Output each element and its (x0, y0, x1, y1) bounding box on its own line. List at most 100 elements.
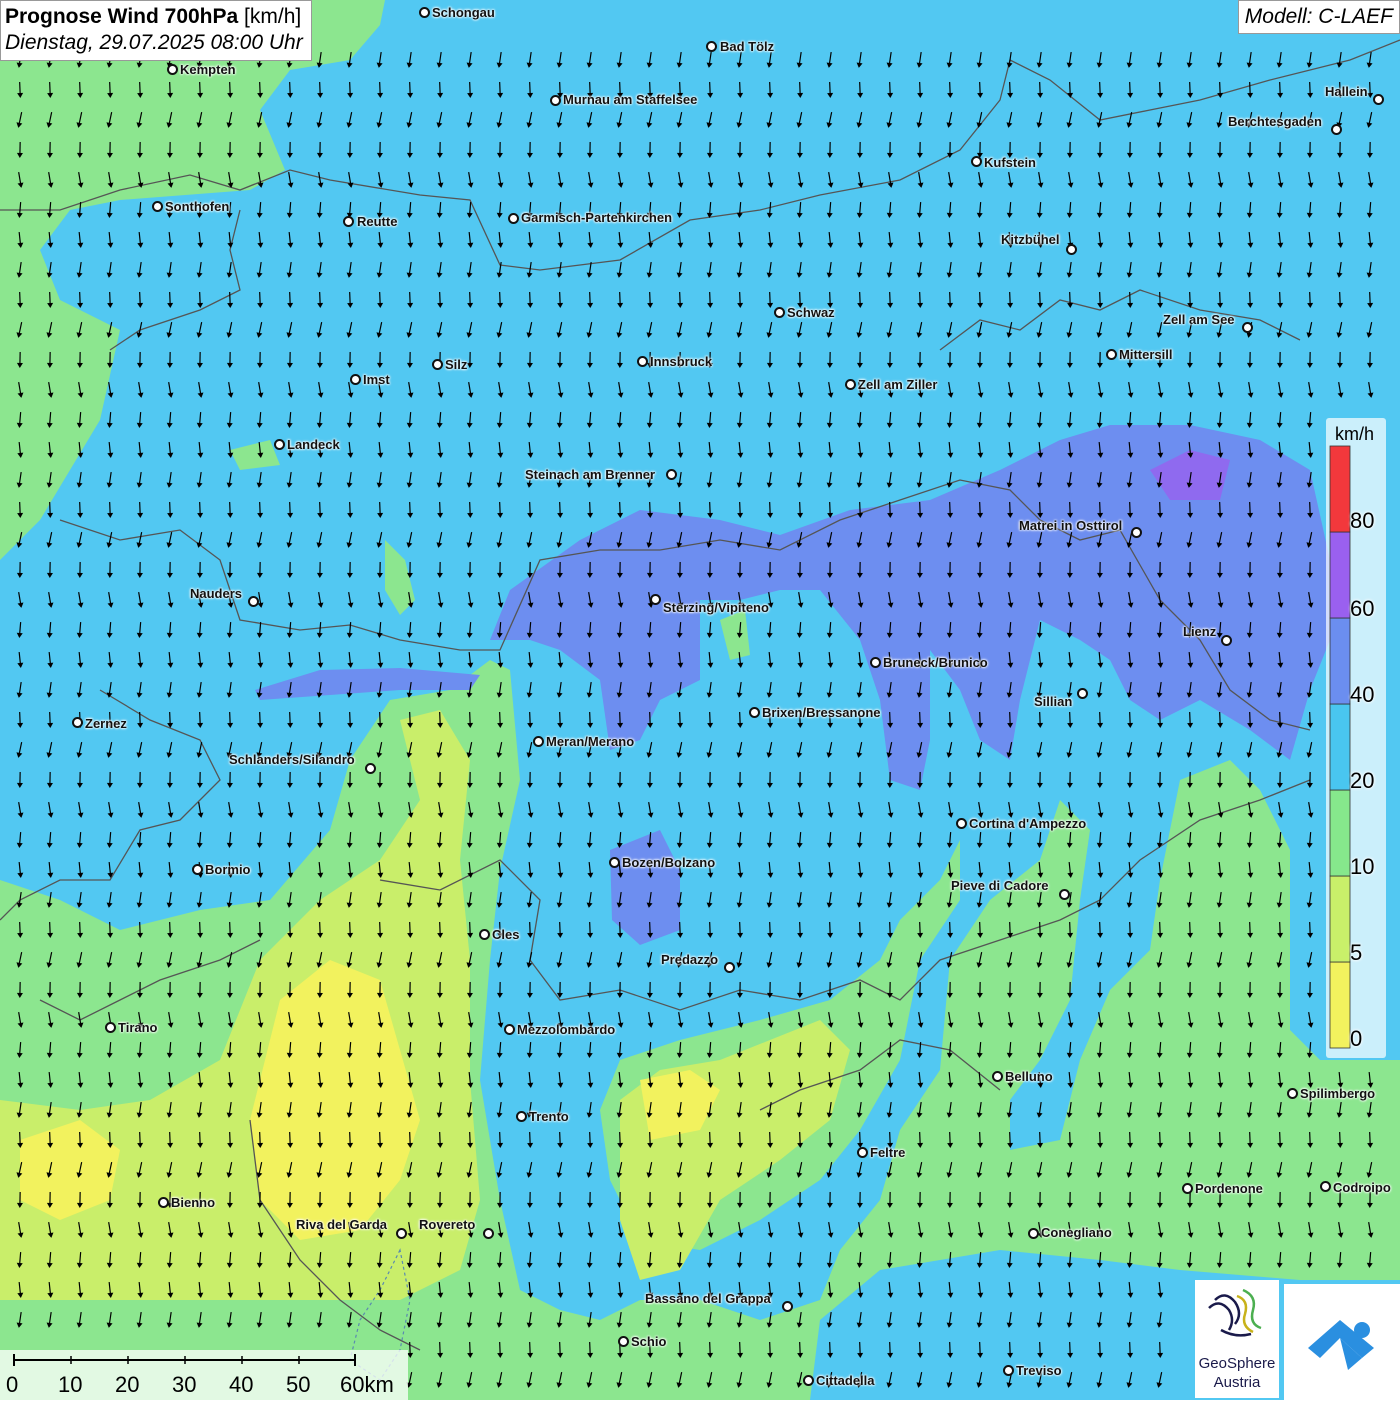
city-label: Belluno (1005, 1069, 1053, 1084)
city-label: Kitzbühel (1001, 232, 1060, 247)
city-label: Sillian (1034, 694, 1072, 709)
city-label: Cittadella (816, 1373, 875, 1388)
city-label: Innsbruck (650, 354, 712, 369)
legend-band (1330, 962, 1350, 1048)
city-marker (1221, 635, 1232, 646)
city-label: Kempten (180, 62, 236, 77)
legend-tick-label: 5 (1350, 940, 1362, 966)
forecast-datetime: Dienstag, 29.07.2025 08:00 Uhr (5, 30, 303, 56)
city-label: Murnau am Staffelsee (563, 92, 697, 107)
city-label: Nauders (190, 586, 242, 601)
city-label: Hallein (1325, 84, 1368, 99)
title-unit: [km/h] (244, 5, 301, 28)
city-label: Mezzolombardo (517, 1022, 615, 1037)
city-label: Meran/Merano (546, 734, 634, 749)
legend-band (1330, 618, 1350, 704)
city-label: Imst (363, 372, 390, 387)
city-marker (650, 594, 661, 605)
city-marker (1131, 527, 1142, 538)
city-marker (774, 307, 785, 318)
city-marker (845, 379, 856, 390)
city-marker (508, 213, 519, 224)
city-marker (803, 1375, 814, 1386)
legend-bands (1330, 446, 1350, 1048)
city-marker (1003, 1365, 1014, 1376)
legend-tick-label: 0 (1350, 1026, 1362, 1052)
city-label: Bienno (171, 1195, 215, 1210)
title-main: Prognose Wind 700hPa (5, 5, 238, 28)
title-line: Prognose Wind 700hPa [km/h] (5, 4, 303, 30)
city-marker (724, 962, 735, 973)
legend-tick-label: 40 (1350, 682, 1374, 708)
city-label: Schwaz (787, 305, 835, 320)
city-marker (432, 359, 443, 370)
city-label: Sterzing/Vipiteno (663, 600, 769, 615)
city-marker (350, 374, 361, 385)
city-label: Riva del Garda (296, 1217, 387, 1232)
city-marker (749, 707, 760, 718)
city-marker (158, 1197, 169, 1208)
city-label: Schlanders/Silandro (229, 752, 355, 767)
city-marker (483, 1228, 494, 1239)
city-label: Treviso (1016, 1363, 1062, 1378)
city-label: Steinach am Brenner (525, 467, 655, 482)
scale-label: 40 (229, 1372, 253, 1398)
city-marker (1242, 322, 1253, 333)
city-marker (857, 1147, 868, 1158)
city-label: Bozen/Bolzano (622, 855, 715, 870)
city-marker (782, 1301, 793, 1312)
city-label: Bruneck/Brunico (883, 655, 988, 670)
city-label: Schongau (432, 5, 495, 20)
city-label: Zell am See (1163, 312, 1235, 327)
legend-unit: km/h (1335, 424, 1374, 445)
city-marker (152, 201, 163, 212)
legend-tick-label: 80 (1350, 508, 1374, 534)
legend-band (1330, 532, 1350, 618)
city-label: Zernez (85, 716, 127, 731)
city-label: Reutte (357, 214, 397, 229)
city-marker (365, 763, 376, 774)
city-marker (105, 1022, 116, 1033)
city-label: Spilimbergo (1300, 1086, 1375, 1101)
city-label: Landeck (287, 437, 340, 452)
city-label: Matrei in Osttirol (1019, 518, 1122, 533)
city-marker (1320, 1181, 1331, 1192)
city-marker (274, 439, 285, 450)
city-label: Pieve di Cadore (951, 878, 1049, 893)
city-marker (248, 596, 259, 607)
city-label: Bormio (205, 862, 251, 877)
legend-tick-label: 20 (1350, 768, 1374, 794)
city-label: Tirano (118, 1020, 158, 1035)
legend-band (1330, 790, 1350, 876)
city-marker (609, 857, 620, 868)
scale-label: 50 (286, 1372, 310, 1398)
city-marker (1028, 1228, 1039, 1239)
city-marker (516, 1111, 527, 1122)
city-label: Rovereto (419, 1217, 475, 1232)
weather-app-logo[interactable] (1284, 1284, 1400, 1400)
legend-band (1330, 704, 1350, 790)
logo-line-1: GeoSphere (1195, 1355, 1279, 1372)
city-label: Sonthofen (165, 199, 229, 214)
city-marker (1077, 688, 1088, 699)
logo-line-2: Austria (1195, 1374, 1279, 1391)
city-marker (618, 1336, 629, 1347)
city-marker (419, 7, 430, 18)
model-label: Modell: C-LAEF (1238, 0, 1400, 34)
city-marker (1287, 1088, 1298, 1099)
city-marker (396, 1228, 407, 1239)
city-label: Pordenone (1195, 1181, 1263, 1196)
city-label: Feltre (870, 1145, 905, 1160)
city-marker (533, 736, 544, 747)
city-label: Lienz (1183, 624, 1216, 639)
scale-label: 60km (340, 1372, 394, 1398)
city-label: Zell am Ziller (858, 377, 937, 392)
city-label: Codroipo (1333, 1180, 1391, 1195)
city-label: Brixen/Bressanone (762, 705, 881, 720)
city-label: Berchtesgaden (1228, 114, 1322, 129)
city-label: Kufstein (984, 155, 1036, 170)
city-marker (479, 929, 490, 940)
scale-label: 10 (58, 1372, 82, 1398)
city-marker (192, 864, 203, 875)
city-label: Cles (492, 927, 519, 942)
